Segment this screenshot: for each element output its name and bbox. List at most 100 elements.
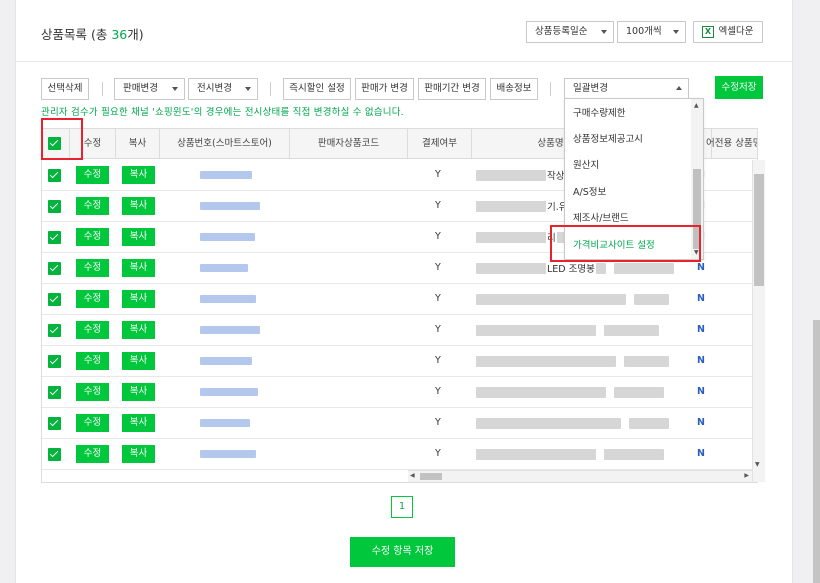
row-checkbox[interactable] bbox=[48, 169, 61, 182]
save-edit-button[interactable]: 수정저장 bbox=[715, 76, 763, 99]
row-checkbox[interactable] bbox=[48, 293, 61, 306]
table-row: 수정 복사 Y N bbox=[42, 439, 757, 470]
edit-row-button[interactable]: 수정 bbox=[76, 197, 109, 215]
copy-row-button[interactable]: 복사 bbox=[122, 352, 155, 370]
chevron-up-icon bbox=[676, 86, 682, 90]
alt-name-value[interactable]: N bbox=[697, 417, 705, 428]
dropdown-item[interactable]: 상품정보제공고시 bbox=[573, 131, 643, 145]
dropdown-item[interactable]: A/S정보 bbox=[573, 184, 606, 198]
payment-status: Y bbox=[435, 200, 441, 211]
copy-row-button[interactable]: 복사 bbox=[122, 414, 155, 432]
highlight-price-compare bbox=[550, 225, 701, 262]
product-name-redacted bbox=[476, 294, 626, 305]
shipping-info-button[interactable]: 배송정보 bbox=[490, 78, 538, 100]
scroll-right-icon[interactable]: ▶ bbox=[744, 472, 749, 479]
row-checkbox[interactable] bbox=[48, 231, 61, 244]
row-checkbox[interactable] bbox=[48, 417, 61, 430]
dropdown-item[interactable]: 구매수량제한 bbox=[573, 105, 625, 119]
product-number-redacted[interactable] bbox=[200, 171, 252, 179]
instant-discount-button[interactable]: 즉시할인 설정 bbox=[283, 78, 351, 100]
product-number-redacted[interactable] bbox=[200, 264, 248, 272]
edit-row-button[interactable]: 수정 bbox=[76, 259, 109, 277]
edit-row-button[interactable]: 수정 bbox=[76, 445, 109, 463]
edit-row-button[interactable]: 수정 bbox=[76, 383, 109, 401]
product-name-redacted bbox=[604, 325, 659, 336]
alt-name-value[interactable]: N bbox=[697, 386, 705, 397]
payment-status: Y bbox=[435, 231, 441, 242]
copy-row-button[interactable]: 복사 bbox=[122, 166, 155, 184]
product-name-redacted bbox=[476, 325, 596, 336]
product-number-redacted[interactable] bbox=[200, 450, 256, 458]
row-checkbox[interactable] bbox=[48, 386, 61, 399]
row-checkbox[interactable] bbox=[48, 355, 61, 368]
chevron-down-icon bbox=[245, 87, 251, 91]
row-checkbox[interactable] bbox=[48, 324, 61, 337]
table-row: 수정 복사 Y N bbox=[42, 408, 757, 439]
table-vertical-scrollbar[interactable]: ▼ bbox=[752, 160, 765, 482]
scroll-thumb[interactable] bbox=[754, 174, 764, 286]
alt-name-value[interactable]: N bbox=[697, 324, 705, 335]
product-number-redacted[interactable] bbox=[200, 202, 260, 210]
alt-name-value[interactable]: N bbox=[697, 355, 705, 366]
edit-row-button[interactable]: 수정 bbox=[76, 414, 109, 432]
dropdown-item[interactable]: 원산지 bbox=[573, 157, 599, 171]
alt-name-value[interactable]: N bbox=[697, 448, 705, 459]
scroll-thumb[interactable] bbox=[420, 473, 442, 480]
sort-select[interactable]: 상품등록일순 bbox=[526, 21, 614, 43]
payment-status: Y bbox=[435, 417, 441, 428]
price-change-button[interactable]: 판매가 변경 bbox=[355, 78, 414, 100]
copy-row-button[interactable]: 복사 bbox=[122, 259, 155, 277]
product-name-redacted bbox=[624, 356, 669, 367]
product-number-redacted[interactable] bbox=[200, 388, 258, 396]
table-horizontal-scrollbar[interactable]: ◀ ▶ bbox=[408, 470, 752, 482]
product-number-redacted[interactable] bbox=[200, 233, 255, 241]
copy-row-button[interactable]: 복사 bbox=[122, 383, 155, 401]
bulk-change-select[interactable]: 일괄변경 bbox=[564, 78, 689, 100]
edit-row-button[interactable]: 수정 bbox=[76, 228, 109, 246]
product-number-redacted[interactable] bbox=[200, 326, 260, 334]
page-button-1[interactable]: 1 bbox=[391, 496, 413, 518]
product-number-redacted[interactable] bbox=[200, 357, 252, 365]
display-change-select[interactable]: 전시변경 bbox=[188, 78, 258, 100]
alt-name-value[interactable]: N bbox=[697, 293, 705, 304]
alt-name-value[interactable]: N bbox=[697, 262, 705, 273]
scroll-down-icon[interactable]: ▼ bbox=[755, 461, 760, 468]
save-items-button[interactable]: 수정 항목 저장 bbox=[350, 537, 455, 567]
sale-change-select[interactable]: 판매변경 bbox=[114, 78, 185, 100]
scroll-left-icon[interactable]: ◀ bbox=[410, 472, 415, 479]
chevron-down-icon bbox=[172, 87, 178, 91]
table-row: 수정 복사 Y N bbox=[42, 284, 757, 315]
table-row: 수정 복사 Y N bbox=[42, 377, 757, 408]
product-name-redacted bbox=[634, 294, 669, 305]
row-checkbox[interactable] bbox=[48, 448, 61, 461]
product-count: 36 bbox=[111, 27, 128, 42]
delete-selected-button[interactable]: 선택삭제 bbox=[41, 78, 89, 100]
edit-row-button[interactable]: 수정 bbox=[76, 352, 109, 370]
product-name-redacted bbox=[629, 418, 669, 429]
edit-row-button[interactable]: 수정 bbox=[76, 290, 109, 308]
copy-row-button[interactable]: 복사 bbox=[122, 290, 155, 308]
row-checkbox[interactable] bbox=[48, 262, 61, 275]
row-checkbox[interactable] bbox=[48, 200, 61, 213]
product-number-redacted[interactable] bbox=[200, 295, 256, 303]
copy-row-button[interactable]: 복사 bbox=[122, 228, 155, 246]
excel-download-button[interactable]: X 엑셀다운 bbox=[693, 21, 763, 43]
dropdown-item[interactable]: 제조사/브랜드 bbox=[573, 210, 629, 224]
payment-status: Y bbox=[435, 386, 441, 397]
edit-row-button[interactable]: 수정 bbox=[76, 321, 109, 339]
product-number-redacted[interactable] bbox=[200, 419, 250, 427]
toolbar-separator bbox=[270, 82, 271, 96]
toolbar-separator bbox=[102, 82, 103, 96]
scroll-up-icon[interactable]: ▲ bbox=[694, 102, 699, 109]
page-title: 상품목록 (총 36개) bbox=[41, 27, 144, 42]
copy-row-button[interactable]: 복사 bbox=[122, 197, 155, 215]
copy-row-button[interactable]: 복사 bbox=[122, 445, 155, 463]
per-page-select[interactable]: 100개씩 bbox=[617, 21, 686, 43]
edit-row-button[interactable]: 수정 bbox=[76, 166, 109, 184]
toolbar-separator bbox=[550, 82, 551, 96]
product-name-redacted bbox=[476, 387, 606, 398]
copy-row-button[interactable]: 복사 bbox=[122, 321, 155, 339]
sale-period-change-button[interactable]: 판매기간 변경 bbox=[418, 78, 486, 100]
page-scrollbar[interactable] bbox=[813, 320, 820, 583]
product-name-redacted bbox=[476, 356, 616, 367]
